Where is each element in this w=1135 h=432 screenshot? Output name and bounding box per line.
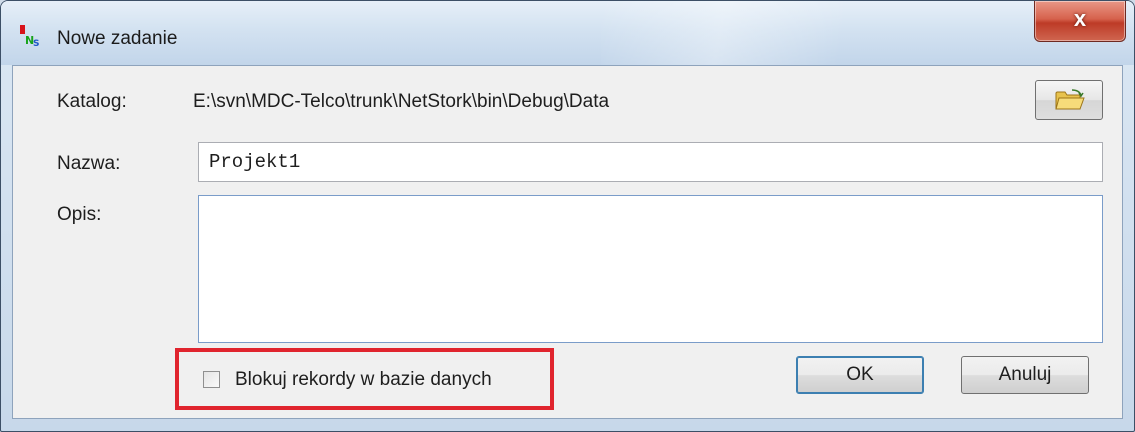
title-bar[interactable]: N S Nowe zadanie x [1,1,1134,65]
title-bar-glare [601,1,901,65]
name-label: Nazwa: [57,153,121,174]
app-logo-icon: N S [20,25,39,47]
dialog-body: Katalog: E:\svn\MDC-Telco\trunk\NetStork… [12,65,1123,419]
catalog-label: Katalog: [57,91,127,112]
description-label: Opis: [57,204,102,225]
dialog-window: N S Nowe zadanie x Katalog: E:\svn\MDC-T… [0,0,1135,432]
lock-records-label[interactable]: Blokuj rekordy w bazie danych [235,369,492,391]
ok-button[interactable]: OK [796,356,924,394]
description-textarea[interactable] [198,195,1103,343]
name-input[interactable]: Projekt1 [198,142,1103,182]
window-title: Nowe zadanie [57,28,178,49]
close-button[interactable]: x [1034,1,1126,42]
folder-open-icon [1055,89,1085,110]
cancel-button[interactable]: Anuluj [961,356,1089,394]
lock-records-checkbox[interactable] [203,371,220,388]
close-icon: x [1073,6,1087,31]
catalog-path: E:\svn\MDC-Telco\trunk\NetStork\bin\Debu… [193,91,610,112]
browse-folder-button[interactable] [1035,80,1103,120]
svg-text:S: S [33,39,39,47]
